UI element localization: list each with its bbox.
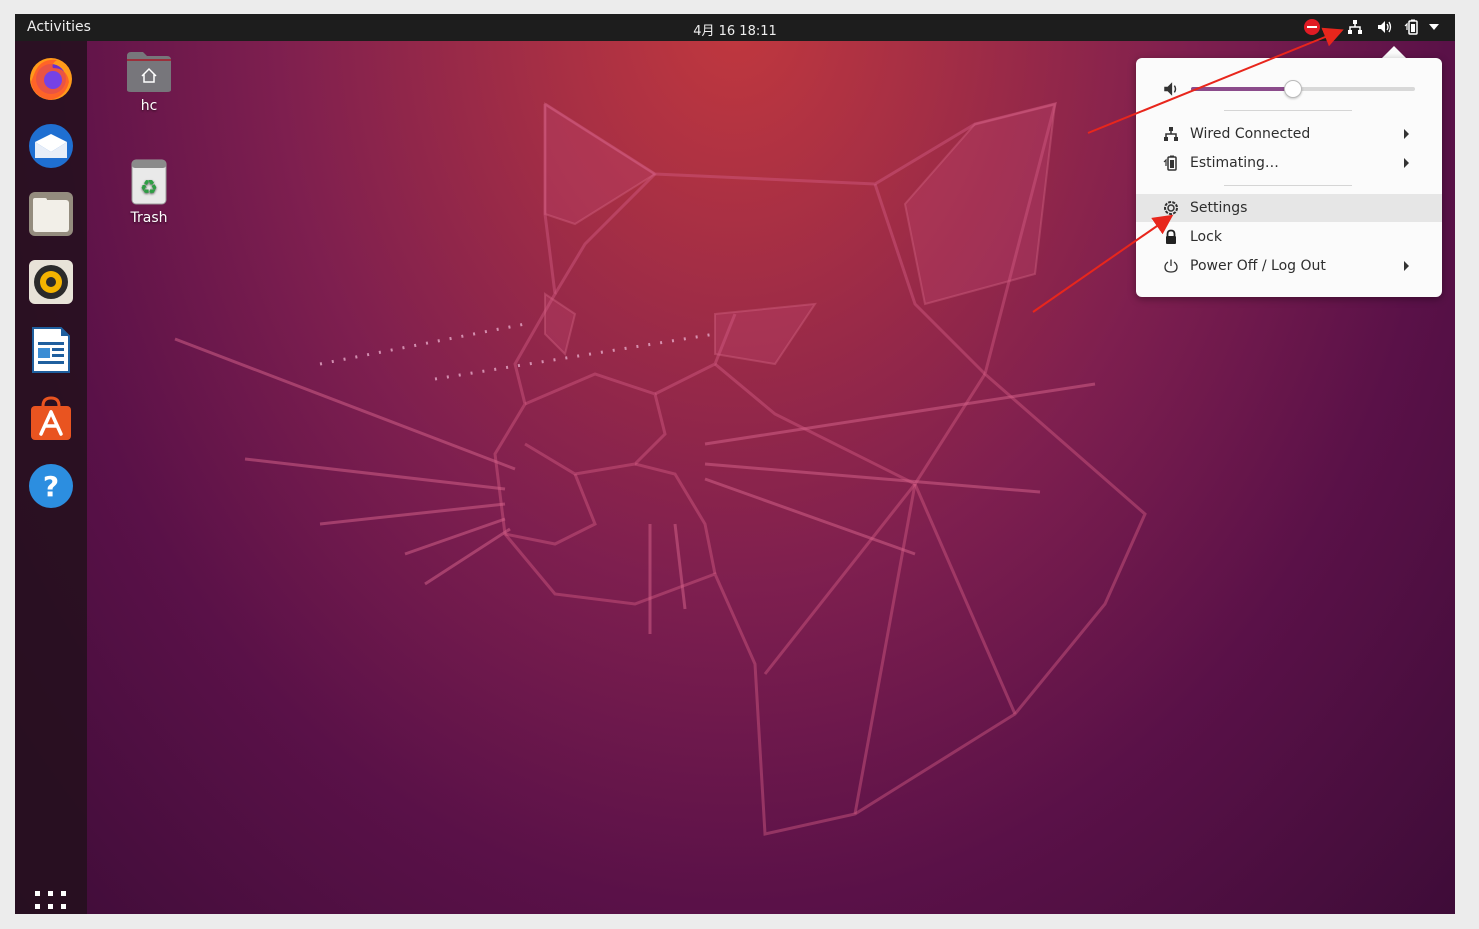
files-icon[interactable]: [27, 190, 75, 238]
volume-slider-knob[interactable]: [1283, 80, 1302, 98]
desktop-icon-trash[interactable]: ♻ Trash: [114, 158, 184, 226]
menu-item-label: Settings: [1190, 200, 1248, 216]
battery-icon: [1162, 154, 1180, 172]
activities-button[interactable]: Activities: [27, 19, 91, 35]
power-icon: [1162, 257, 1180, 275]
desktop-icon-label: Trash: [130, 210, 168, 226]
volume-icon[interactable]: [1375, 18, 1393, 36]
menu-separator: [1224, 185, 1352, 186]
desktop-icon-home[interactable]: hc: [114, 50, 184, 114]
dropdown-arrow-icon[interactable]: [1427, 18, 1441, 36]
firefox-icon[interactable]: [27, 54, 75, 102]
chevron-right-icon: [1404, 158, 1409, 168]
menu-item-label: Lock: [1190, 229, 1222, 245]
chevron-right-icon: [1404, 129, 1409, 139]
lock-icon: [1162, 228, 1180, 246]
menu-item-label: Wired Connected: [1190, 126, 1311, 142]
volume-slider[interactable]: [1191, 80, 1415, 98]
apps-grid-icon[interactable]: [33, 889, 69, 914]
volume-icon: [1162, 80, 1180, 102]
menu-item-settings[interactable]: Settings: [1136, 194, 1442, 222]
rhythmbox-icon[interactable]: [27, 258, 75, 306]
top-bar: Activities 4月 16 18:11: [15, 14, 1455, 41]
menu-item-lock[interactable]: Lock: [1136, 223, 1442, 251]
svg-text:?: ?: [43, 470, 59, 503]
menu-item-battery[interactable]: Estimating…: [1136, 149, 1442, 177]
menu-item-label: Power Off / Log Out: [1190, 258, 1326, 274]
software-icon[interactable]: [27, 394, 75, 442]
popup-arrow: [1382, 46, 1406, 58]
chevron-right-icon: [1404, 261, 1409, 271]
desktop-icon-label: hc: [140, 98, 158, 114]
system-menu-popup: Wired Connected Estimating… Settings Loc…: [1136, 58, 1442, 297]
volume-slider-fill: [1191, 87, 1292, 91]
writer-icon[interactable]: [27, 326, 75, 374]
trash-icon: ♻: [131, 159, 167, 205]
help-icon[interactable]: ?: [27, 462, 75, 510]
home-folder-icon: [127, 52, 171, 92]
desktop-screen: Activities 4月 16 18:11 ? hc ♻ Trash Wire…: [15, 14, 1455, 914]
network-wired-icon: [1162, 125, 1180, 143]
menu-separator: [1224, 110, 1352, 111]
dock: ?: [15, 41, 87, 914]
settings-icon: [1162, 199, 1180, 217]
battery-icon[interactable]: [1403, 18, 1421, 36]
clock[interactable]: 4月 16 18:11: [693, 24, 777, 39]
do-not-disturb-icon[interactable]: [1304, 19, 1320, 35]
menu-item-label: Estimating…: [1190, 155, 1279, 171]
thunderbird-icon[interactable]: [27, 122, 75, 170]
menu-item-power[interactable]: Power Off / Log Out: [1136, 252, 1442, 280]
network-wired-icon[interactable]: [1346, 18, 1364, 36]
menu-item-wired[interactable]: Wired Connected: [1136, 120, 1442, 148]
svg-text:♻: ♻: [140, 175, 158, 199]
